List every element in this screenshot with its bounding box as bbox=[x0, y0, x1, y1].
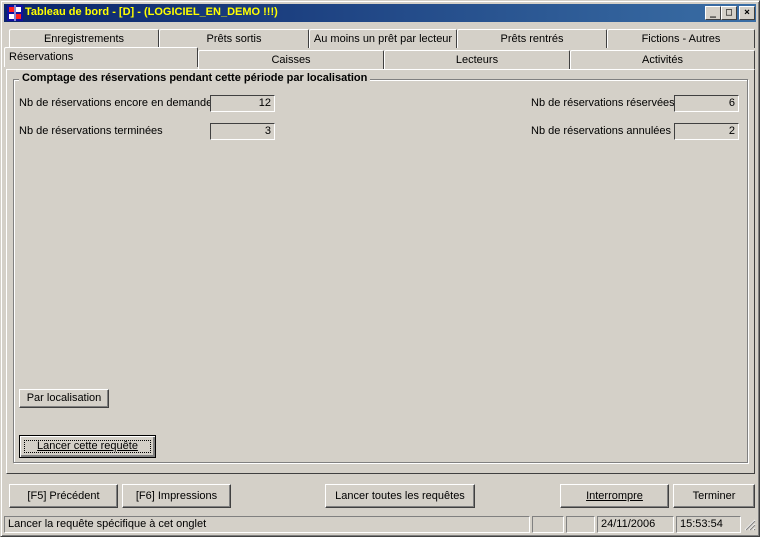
maximize-button[interactable]: □ bbox=[721, 6, 737, 20]
annulees-label: Nb de réservations annulées bbox=[531, 125, 672, 137]
minimize-button[interactable]: _ bbox=[705, 6, 721, 20]
status-panel-1 bbox=[532, 516, 564, 533]
tab-activites[interactable]: Activités bbox=[570, 50, 755, 69]
impressions-button[interactable]: [F6] Impressions bbox=[122, 484, 231, 508]
precedent-button[interactable]: [F5] Précédent bbox=[9, 484, 118, 508]
status-date: 24/11/2006 bbox=[597, 516, 674, 533]
tab-fictions-autres[interactable]: Fictions - Autres bbox=[607, 29, 755, 48]
status-time: 15:53:54 bbox=[676, 516, 741, 533]
app-icon bbox=[7, 5, 23, 21]
status-message: Lancer la requête spécifique à cet ongle… bbox=[4, 516, 530, 533]
reservees-label: Nb de réservations réservées bbox=[531, 97, 675, 109]
terminees-value: 3 bbox=[210, 123, 275, 140]
tab-lecteurs[interactable]: Lecteurs bbox=[384, 50, 570, 69]
interrompre-button[interactable]: Interrompre bbox=[560, 484, 669, 508]
en-demande-value: 12 bbox=[210, 95, 275, 112]
annulees-value: 2 bbox=[674, 123, 739, 140]
window-title: Tableau de bord - [D] - (LOGICIEL_EN_DEM… bbox=[25, 6, 278, 18]
tab-prets-rentres[interactable]: Prêts rentrés bbox=[457, 29, 607, 48]
group-title: Comptage des réservations pendant cette … bbox=[19, 72, 371, 84]
par-localisation-button[interactable]: Par localisation bbox=[19, 389, 109, 408]
status-panel-2 bbox=[566, 516, 595, 533]
terminer-button[interactable]: Terminer bbox=[673, 484, 755, 508]
terminees-label: Nb de réservations terminées bbox=[19, 125, 163, 137]
tab-caisses[interactable]: Caisses bbox=[198, 50, 384, 69]
tab-reservations[interactable]: Réservations bbox=[4, 47, 198, 67]
tab-enregistrements[interactable]: Enregistrements bbox=[9, 29, 159, 48]
close-button[interactable]: × bbox=[739, 6, 755, 20]
resize-grip-icon[interactable] bbox=[743, 518, 756, 531]
title-bar[interactable]: Tableau de bord - [D] - (LOGICIEL_EN_DEM… bbox=[4, 4, 756, 22]
lancer-toutes-button[interactable]: Lancer toutes les requêtes bbox=[325, 484, 475, 508]
reservees-value: 6 bbox=[674, 95, 739, 112]
lancer-requete-button[interactable]: Lancer cette requête bbox=[19, 435, 156, 458]
interrompre-label: Interrompre bbox=[586, 490, 643, 502]
en-demande-label: Nb de réservations encore en demande bbox=[19, 97, 213, 109]
tab-prets-sortis[interactable]: Prêts sortis bbox=[159, 29, 309, 48]
focus-rectangle bbox=[24, 440, 151, 453]
app-window: Tableau de bord - [D] - (LOGICIEL_EN_DEM… bbox=[0, 0, 760, 537]
tab-au-moins-un-pret[interactable]: Au moins un prêt par lecteur bbox=[309, 29, 457, 48]
